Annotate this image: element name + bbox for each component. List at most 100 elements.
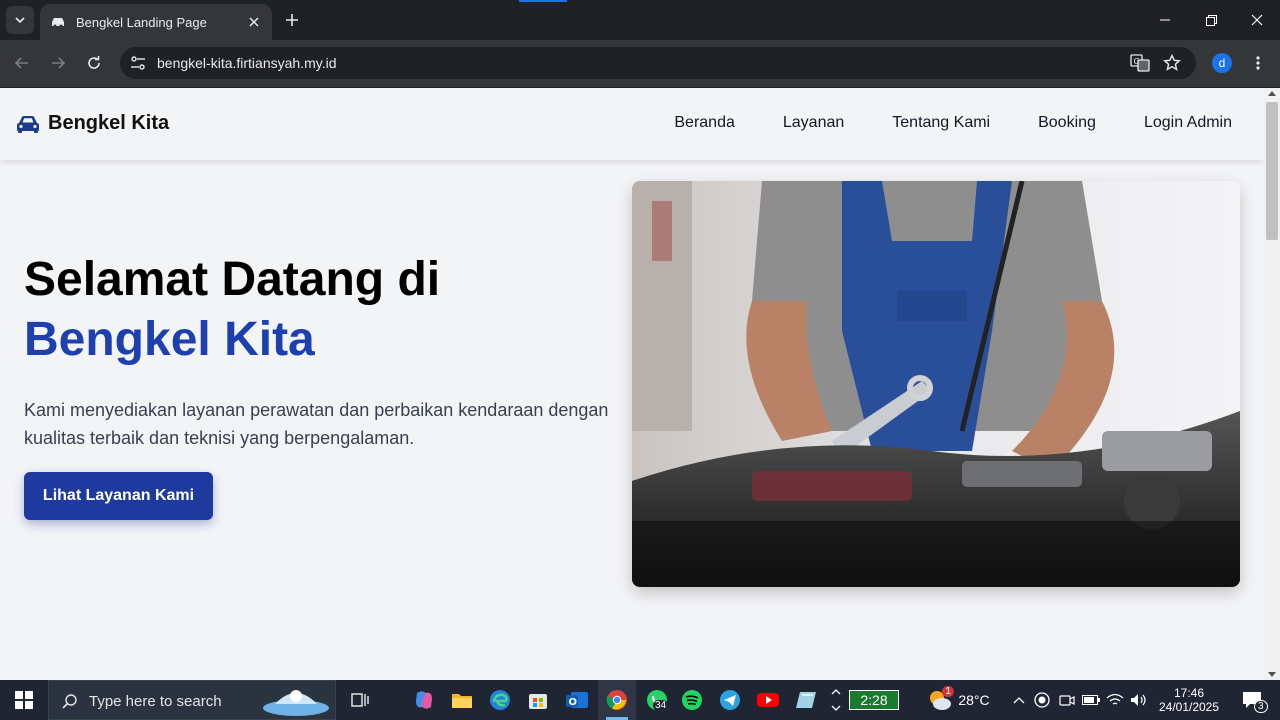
outlook-icon: O xyxy=(566,692,588,708)
tray-overflow-button[interactable] xyxy=(1010,680,1028,720)
battery-widget-text: 2:28 xyxy=(860,692,888,708)
scroll-up-arrow-icon[interactable] xyxy=(1268,91,1276,96)
chevron-down-icon xyxy=(15,17,25,23)
reload-icon xyxy=(88,56,100,69)
back-button[interactable] xyxy=(10,51,34,75)
address-bar[interactable]: bengkel-kita.firtiansyah.my.id G xyxy=(120,47,1196,79)
record-icon xyxy=(1034,692,1050,708)
tray-meet-button[interactable] xyxy=(1056,680,1078,720)
restore-icon xyxy=(1205,14,1217,26)
search-icon xyxy=(62,694,77,709)
minimize-icon xyxy=(1160,19,1170,21)
page-scrollbar[interactable] xyxy=(1264,88,1280,680)
scroll-down-arrow-icon[interactable] xyxy=(1268,672,1276,677)
windows-logo-icon xyxy=(15,691,33,709)
start-button[interactable] xyxy=(0,680,48,720)
task-view-icon xyxy=(351,693,369,707)
tab-close-button[interactable] xyxy=(246,14,262,30)
notification-center-button[interactable]: 3 xyxy=(1232,680,1272,720)
taskbar-notes-app[interactable] xyxy=(788,680,824,720)
taskbar-telegram[interactable] xyxy=(712,680,748,720)
taskbar-search[interactable]: Type here to search xyxy=(48,680,336,720)
copilot-icon xyxy=(416,691,432,709)
tab-title: Bengkel Landing Page xyxy=(76,14,207,30)
taskbar-whatsapp[interactable]: 34 xyxy=(638,680,676,720)
taskbar-youtube[interactable] xyxy=(750,680,786,720)
site-navbar: Bengkel Kita Beranda Layanan Tentang Kam… xyxy=(0,88,1264,160)
close-icon xyxy=(249,17,259,27)
svg-text:O: O xyxy=(569,697,578,708)
chevron-up-icon xyxy=(831,689,841,695)
nav-layanan[interactable]: Layanan xyxy=(783,114,844,132)
chevron-down-icon xyxy=(831,705,841,711)
clock-time: 17:46 xyxy=(1173,686,1205,700)
folder-icon xyxy=(452,694,472,708)
nav-login-admin[interactable]: Login Admin xyxy=(1144,114,1232,132)
restore-button[interactable] xyxy=(1188,0,1234,40)
windows-taskbar: Type here to search O 34 2:28 1 28°C 17:… xyxy=(0,680,1280,720)
arrow-left-icon xyxy=(14,57,28,69)
brand-name: Bengkel Kita xyxy=(48,112,170,134)
task-view-button[interactable] xyxy=(344,680,376,720)
taskbar-store[interactable] xyxy=(520,680,556,720)
weather-badge: 1 xyxy=(942,686,954,697)
arrow-right-icon xyxy=(52,57,66,69)
nav-beranda[interactable]: Beranda xyxy=(674,114,735,132)
more-vert-icon xyxy=(1256,56,1260,70)
hero-title-line1: Selamat Datang di xyxy=(24,253,441,306)
hero-mechanic-image xyxy=(632,181,1240,587)
nav-tentang-kami[interactable]: Tentang Kami xyxy=(892,114,990,132)
taskbar-overflow[interactable] xyxy=(826,680,846,720)
browser-menu-button[interactable] xyxy=(1246,51,1270,75)
tray-wifi-button[interactable] xyxy=(1104,680,1126,720)
edge-icon xyxy=(490,690,510,710)
hero-text: Selamat Datang di Bengkel Kita Kami meny… xyxy=(24,250,614,452)
page-viewport: Bengkel Kita Beranda Layanan Tentang Kam… xyxy=(0,88,1264,680)
taskbar-outlook[interactable]: O xyxy=(558,680,596,720)
tray-battery-button[interactable] xyxy=(1080,680,1102,720)
new-tab-button[interactable] xyxy=(280,8,304,32)
mechanic-photo xyxy=(632,181,1240,587)
taskbar-copilot[interactable] xyxy=(406,680,442,720)
tray-clock[interactable]: 17:46 24/01/2025 xyxy=(1152,680,1226,720)
forward-button[interactable] xyxy=(46,51,70,75)
volume-icon xyxy=(1131,694,1146,706)
translate-icon[interactable]: G xyxy=(1130,54,1150,72)
tab-search-button[interactable] xyxy=(6,6,34,34)
tray-volume-button[interactable] xyxy=(1128,680,1150,720)
chrome-icon xyxy=(606,690,627,710)
nav-booking[interactable]: Booking xyxy=(1038,114,1096,132)
taskbar-file-explorer[interactable] xyxy=(444,680,480,720)
battery-widget[interactable]: 2:28 xyxy=(848,680,900,720)
taskbar-edge[interactable] xyxy=(482,680,518,720)
camera-icon xyxy=(1059,695,1075,706)
clock-date: 24/01/2025 xyxy=(1158,700,1220,714)
spotify-icon xyxy=(682,690,702,710)
search-placeholder: Type here to search xyxy=(89,693,222,710)
notification-count: 3 xyxy=(1254,700,1268,713)
site-brand[interactable]: Bengkel Kita xyxy=(16,112,169,135)
weather-widget[interactable]: 1 28°C xyxy=(924,680,994,720)
cta-button[interactable]: Lihat Layanan Kami xyxy=(24,472,213,520)
taskbar-chrome[interactable] xyxy=(598,680,636,720)
wifi-icon xyxy=(1106,693,1124,705)
close-icon xyxy=(1251,14,1263,26)
browser-tab[interactable]: Bengkel Landing Page xyxy=(40,4,272,40)
taskbar-spotify[interactable] xyxy=(674,680,710,720)
minimize-button[interactable] xyxy=(1142,0,1188,40)
tab-accent-line xyxy=(519,0,567,2)
reload-button[interactable] xyxy=(82,51,106,75)
store-icon xyxy=(529,694,547,709)
battery-icon xyxy=(1082,695,1100,705)
notes-app-icon xyxy=(796,692,816,708)
car-icon xyxy=(17,115,39,133)
car-favicon-icon xyxy=(52,18,64,28)
profile-avatar[interactable]: d xyxy=(1212,53,1232,73)
search-highlight-icon xyxy=(263,690,329,716)
bookmark-star-icon[interactable] xyxy=(1163,54,1181,72)
scroll-thumb[interactable] xyxy=(1266,102,1278,240)
close-window-button[interactable] xyxy=(1234,0,1280,40)
tray-record-button[interactable] xyxy=(1032,680,1052,720)
site-info-icon[interactable] xyxy=(130,55,146,71)
battery-widget-box: 2:28 xyxy=(849,690,899,710)
